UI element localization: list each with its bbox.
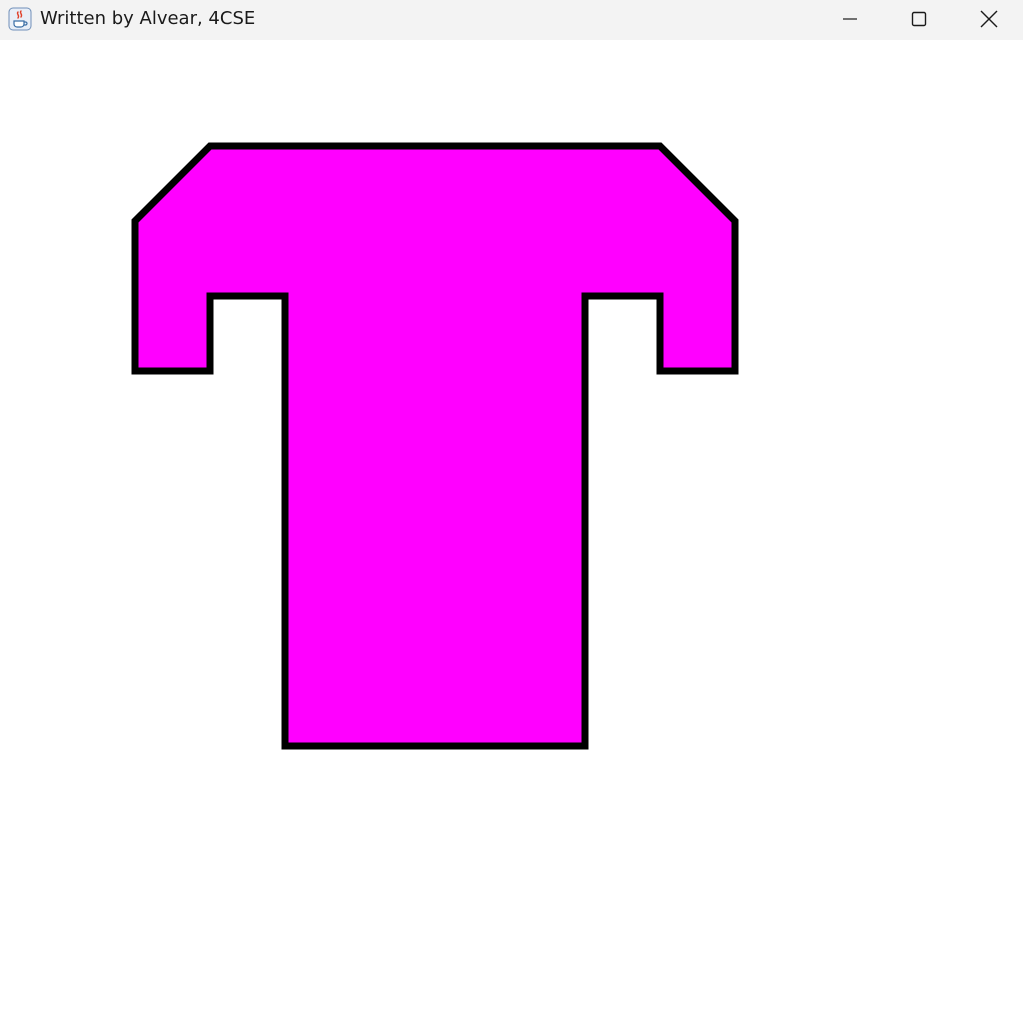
t-shaped-polygon bbox=[131, 142, 739, 750]
minimize-button[interactable] bbox=[827, 0, 873, 38]
maximize-icon bbox=[911, 11, 927, 27]
application-window: Written by Alvear, 4CSE bbox=[0, 0, 1023, 1023]
close-icon bbox=[980, 10, 998, 28]
window-title: Written by Alvear, 4CSE bbox=[40, 8, 256, 29]
drawing-canvas bbox=[0, 40, 1023, 1023]
title-bar[interactable]: Written by Alvear, 4CSE bbox=[0, 0, 1023, 40]
java-coffee-icon bbox=[8, 7, 32, 31]
close-button[interactable] bbox=[966, 0, 1012, 38]
maximize-button[interactable] bbox=[896, 0, 942, 38]
minimize-icon bbox=[843, 18, 857, 20]
shape-drawing bbox=[131, 142, 739, 750]
